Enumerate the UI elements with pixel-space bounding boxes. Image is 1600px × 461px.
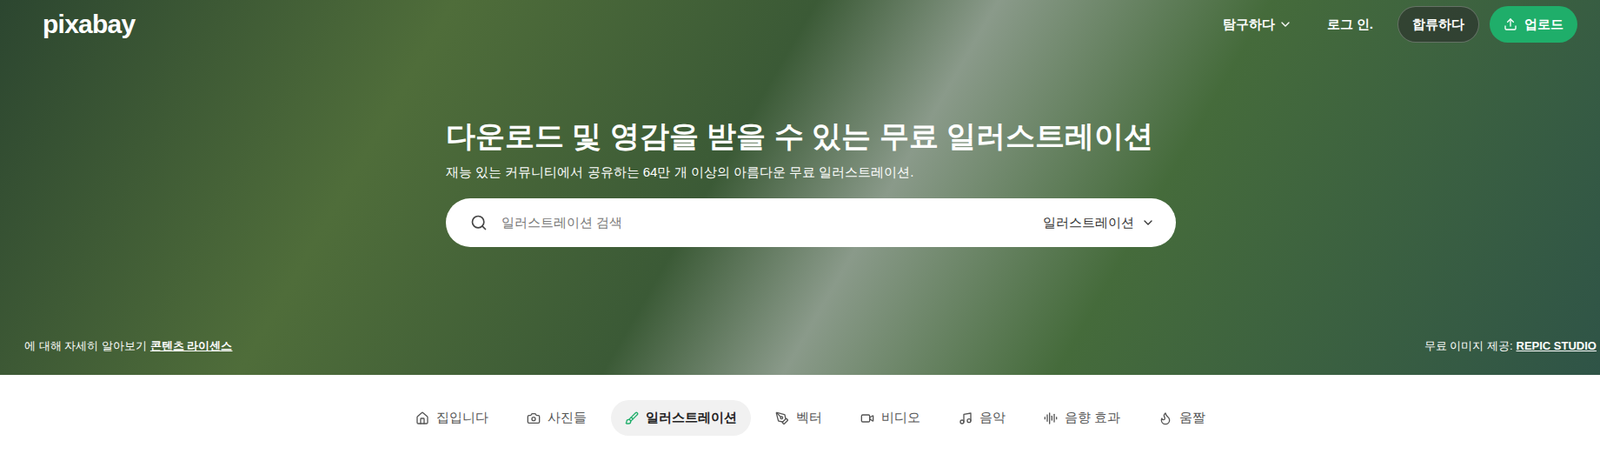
category-tab[interactable]: 집입니다 xyxy=(401,399,503,436)
image-credit: 무료 이미지 제공:REPIC STUDIO xyxy=(1424,337,1597,355)
upload-button[interactable]: 업로드 xyxy=(1489,6,1578,44)
hero-title: 다운로드 및 영감을 받을 수 있는 무료 일러스트레이션 xyxy=(445,116,1176,155)
audio-icon xyxy=(1043,411,1058,425)
category-tab[interactable]: 움짤 xyxy=(1144,399,1220,436)
search-type-select[interactable]: 일러스트레이션 xyxy=(1042,212,1156,233)
license-link[interactable]: 콘텐츠 라이센스 xyxy=(150,337,233,355)
hero-footer: 에 대해 자세히 알아보기콘텐츠 라이센스 무료 이미지 제공:REPIC STU… xyxy=(0,337,1600,376)
category-tab[interactable]: 일러스트레이션 xyxy=(610,399,751,436)
hero-content: 다운로드 및 영감을 받을 수 있는 무료 일러스트레이션재능 있는 커뮤니티에… xyxy=(445,116,1176,247)
search-input[interactable]: 일러스트레이션 검색 xyxy=(501,212,1030,233)
page: pixabay 탐구하다 로그 인. 합류하다업로드다운로드 및 영감을 받을 수 있… xyxy=(0,0,1600,461)
category-tab[interactable]: 벡터 xyxy=(761,399,837,436)
header-actions: 탐구하다 로그 인. 합류하다업로드 xyxy=(1212,6,1578,44)
hero-subtitle: 재능 있는 커뮤니티에서 공유하는 64만 개 이상의 아름다운 무료 일러스트… xyxy=(445,163,1176,181)
logo[interactable]: pixabay xyxy=(42,11,135,38)
category-tab[interactable]: 음악 xyxy=(944,399,1020,436)
explore-menu[interactable]: 탐구하다 xyxy=(1212,7,1303,42)
search-icon xyxy=(470,213,488,232)
hero: pixabay 탐구하다 로그 인. 합류하다업로드다운로드 및 영감을 받을 수 있… xyxy=(0,0,1600,375)
home-icon xyxy=(415,411,430,425)
credit-link[interactable]: REPIC STUDIO xyxy=(1516,337,1597,355)
join-button[interactable]: 합류하다 xyxy=(1397,6,1480,44)
flame-icon xyxy=(1158,411,1173,425)
video-icon xyxy=(860,411,875,425)
chevron-down-icon xyxy=(1278,17,1293,32)
category-tab[interactable]: 음향 효과 xyxy=(1029,399,1135,436)
chevron-down-icon xyxy=(1141,215,1156,230)
category-tab[interactable]: 비디오 xyxy=(846,399,935,436)
login-link[interactable]: 로그 인. xyxy=(1313,7,1388,42)
license-note: 에 대해 자세히 알아보기콘텐츠 라이센스 xyxy=(24,337,233,355)
header: pixabay 탐구하다 로그 인. 합류하다업로드 xyxy=(0,0,1600,44)
camera-icon xyxy=(526,411,541,425)
category-tabs: 집입니다사진들일러스트레이션 벡터비디오음악음향 효과움짤 xyxy=(0,374,1600,461)
category-tab[interactable]: 사진들 xyxy=(512,399,601,436)
brush-icon xyxy=(624,411,639,425)
pen-icon xyxy=(775,411,790,425)
upload-icon xyxy=(1503,17,1518,32)
search-bar[interactable]: 일러스트레이션 검색 일러스트레이션 xyxy=(445,198,1176,247)
music-icon xyxy=(958,411,973,425)
